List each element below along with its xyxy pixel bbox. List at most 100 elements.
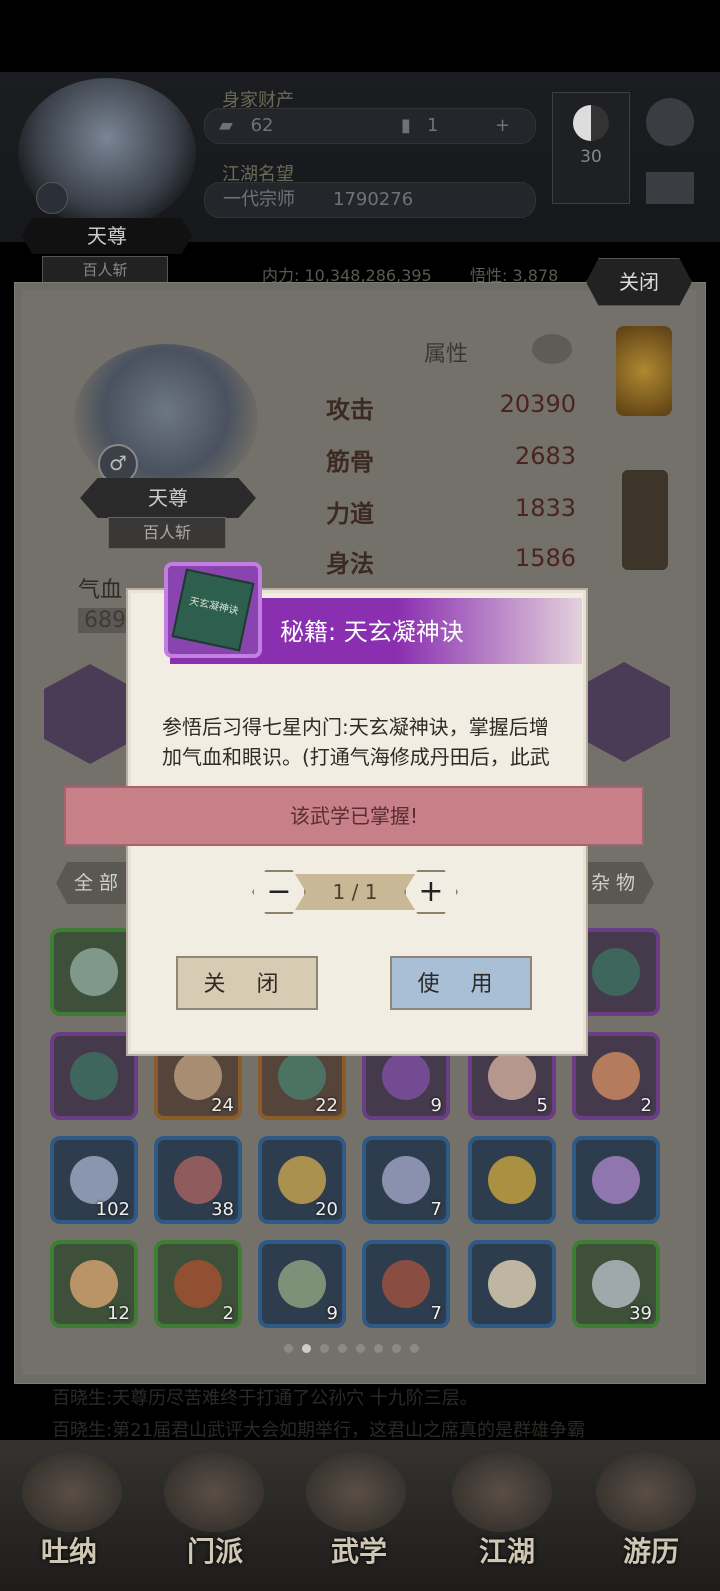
attribute-value: 1586 (514, 544, 576, 572)
item-icon (382, 1260, 430, 1308)
item-icon (70, 1156, 118, 1204)
nav-jianghu[interactable]: 江湖 (452, 1530, 562, 1570)
inventory-slot[interactable] (572, 1136, 660, 1224)
item-icon (488, 1156, 536, 1204)
inventory-slot[interactable]: 2 (154, 1240, 242, 1328)
attribute-value: 20390 (499, 390, 576, 418)
item-count: 12 (107, 1303, 130, 1324)
inventory-slot[interactable]: 20 (258, 1136, 346, 1224)
attribute-name: 身法 (326, 550, 374, 578)
nav-tuna[interactable]: 吐纳 (14, 1530, 124, 1570)
item-icon (592, 1052, 640, 1100)
nav-youli[interactable]: 游历 (596, 1530, 706, 1570)
youli-nav-art (596, 1452, 696, 1532)
item-icon (488, 1052, 536, 1100)
panel-close-button[interactable]: 关闭 (586, 258, 692, 306)
currency-bar: ▰ 62 ▮ 1 + (204, 108, 536, 144)
item-icon (592, 1156, 640, 1204)
wuxue-nav-art (306, 1452, 406, 1532)
item-icon (70, 1052, 118, 1100)
jianghu-nav-art (452, 1452, 552, 1532)
ticket-amount: 1 (427, 115, 439, 136)
item-count: 5 (536, 1095, 548, 1116)
item-icon (278, 1260, 326, 1308)
manual-book-icon: 天玄凝神诀 (171, 568, 255, 652)
page-dot[interactable] (320, 1344, 329, 1353)
item-count: 9 (430, 1095, 442, 1116)
inventory-slot[interactable]: 39 (572, 1240, 660, 1328)
filter-tab-all[interactable]: 全 部 (56, 862, 136, 904)
item-description: 参悟后习得七星内门:天玄凝神诀，掌握后增加气血和眼识。(打通气海修成丹田后，此武… (162, 715, 550, 769)
inventory-slot[interactable] (50, 928, 138, 1016)
qixue-value: 689 (78, 608, 132, 633)
add-currency-icon[interactable]: + (495, 109, 510, 143)
inventory-slot[interactable]: 7 (362, 1136, 450, 1224)
character-name: 天尊 (80, 478, 256, 518)
attribute-value: 1833 (514, 494, 576, 522)
item-count: 7 (430, 1199, 442, 1220)
character-title: 百人斩 (108, 517, 226, 549)
eye-icon[interactable] (532, 334, 572, 364)
news-line: 百晓生:第21届君山武评大会如期举行，这君山之席真的是群雄争霸 (52, 1420, 585, 1441)
page-dot-active[interactable] (302, 1344, 311, 1353)
yinyang-level: 30 (580, 147, 602, 167)
page-dot[interactable] (410, 1344, 419, 1353)
tuna-nav-art (22, 1452, 122, 1532)
inventory-slot[interactable]: 38 (154, 1136, 242, 1224)
rank-name: 一代宗师 (223, 189, 295, 210)
gender-icon (36, 182, 68, 214)
inventory-slot[interactable] (468, 1136, 556, 1224)
mail-icon[interactable] (646, 172, 694, 204)
attribute-row: 身法 1586 (326, 544, 576, 584)
fame-value: 1790276 (333, 189, 414, 210)
attribute-row: 攻击 20390 (326, 390, 576, 430)
inventory-slot[interactable]: 7 (362, 1240, 450, 1328)
item-count: 2 (222, 1303, 234, 1324)
attribute-row: 力道 1833 (326, 494, 576, 534)
status-bar (0, 0, 720, 72)
item-count: 7 (430, 1303, 442, 1324)
qixue-label: 气血 (78, 578, 123, 603)
yinyang-button[interactable]: 30 (552, 92, 630, 204)
attribute-name: 力道 (326, 500, 374, 528)
inventory-slot[interactable]: 12 (50, 1240, 138, 1328)
item-icon (382, 1052, 430, 1100)
inventory-slot[interactable] (50, 1032, 138, 1120)
item-icon (174, 1052, 222, 1100)
page-dot[interactable] (338, 1344, 347, 1353)
medal-equipment-slot[interactable] (616, 326, 672, 416)
attribute-name: 攻击 (326, 396, 374, 424)
item-icon (174, 1156, 222, 1204)
dialog-title: 秘籍: 天玄凝神诀 (280, 618, 464, 646)
page-dot[interactable] (356, 1344, 365, 1353)
page-dot[interactable] (374, 1344, 383, 1353)
item-icon (488, 1260, 536, 1308)
item-icon (174, 1260, 222, 1308)
item-count: 9 (326, 1303, 338, 1324)
menpai-nav-art (164, 1452, 264, 1532)
inventory-slot[interactable]: 9 (258, 1240, 346, 1328)
item-icon (70, 1260, 118, 1308)
item-icon (592, 948, 640, 996)
player-name: 天尊 (22, 218, 192, 254)
armor-equipment-slot[interactable] (622, 470, 668, 570)
attribute-name: 筋骨 (326, 448, 374, 476)
nav-wuxue[interactable]: 武学 (304, 1530, 414, 1570)
item-count: 102 (95, 1199, 130, 1220)
attributes-header: 属性 (424, 342, 469, 367)
item-count: 22 (315, 1095, 338, 1116)
attribute-row: 筋骨 2683 (326, 442, 576, 482)
page-dot[interactable] (284, 1344, 293, 1353)
attribute-value: 2683 (514, 442, 576, 470)
page-dot[interactable] (392, 1344, 401, 1353)
gear-icon[interactable] (646, 98, 694, 146)
item-count: 38 (211, 1199, 234, 1220)
inventory-slot[interactable] (468, 1240, 556, 1328)
item-icon (592, 1260, 640, 1308)
item-icon (382, 1156, 430, 1204)
dialog-close-button[interactable]: 关 闭 (176, 956, 318, 1010)
inventory-slot[interactable]: 102 (50, 1136, 138, 1224)
player-title: 百人斩 (42, 256, 168, 284)
use-button[interactable]: 使 用 (390, 956, 532, 1010)
nav-menpai[interactable]: 门派 (160, 1530, 270, 1570)
